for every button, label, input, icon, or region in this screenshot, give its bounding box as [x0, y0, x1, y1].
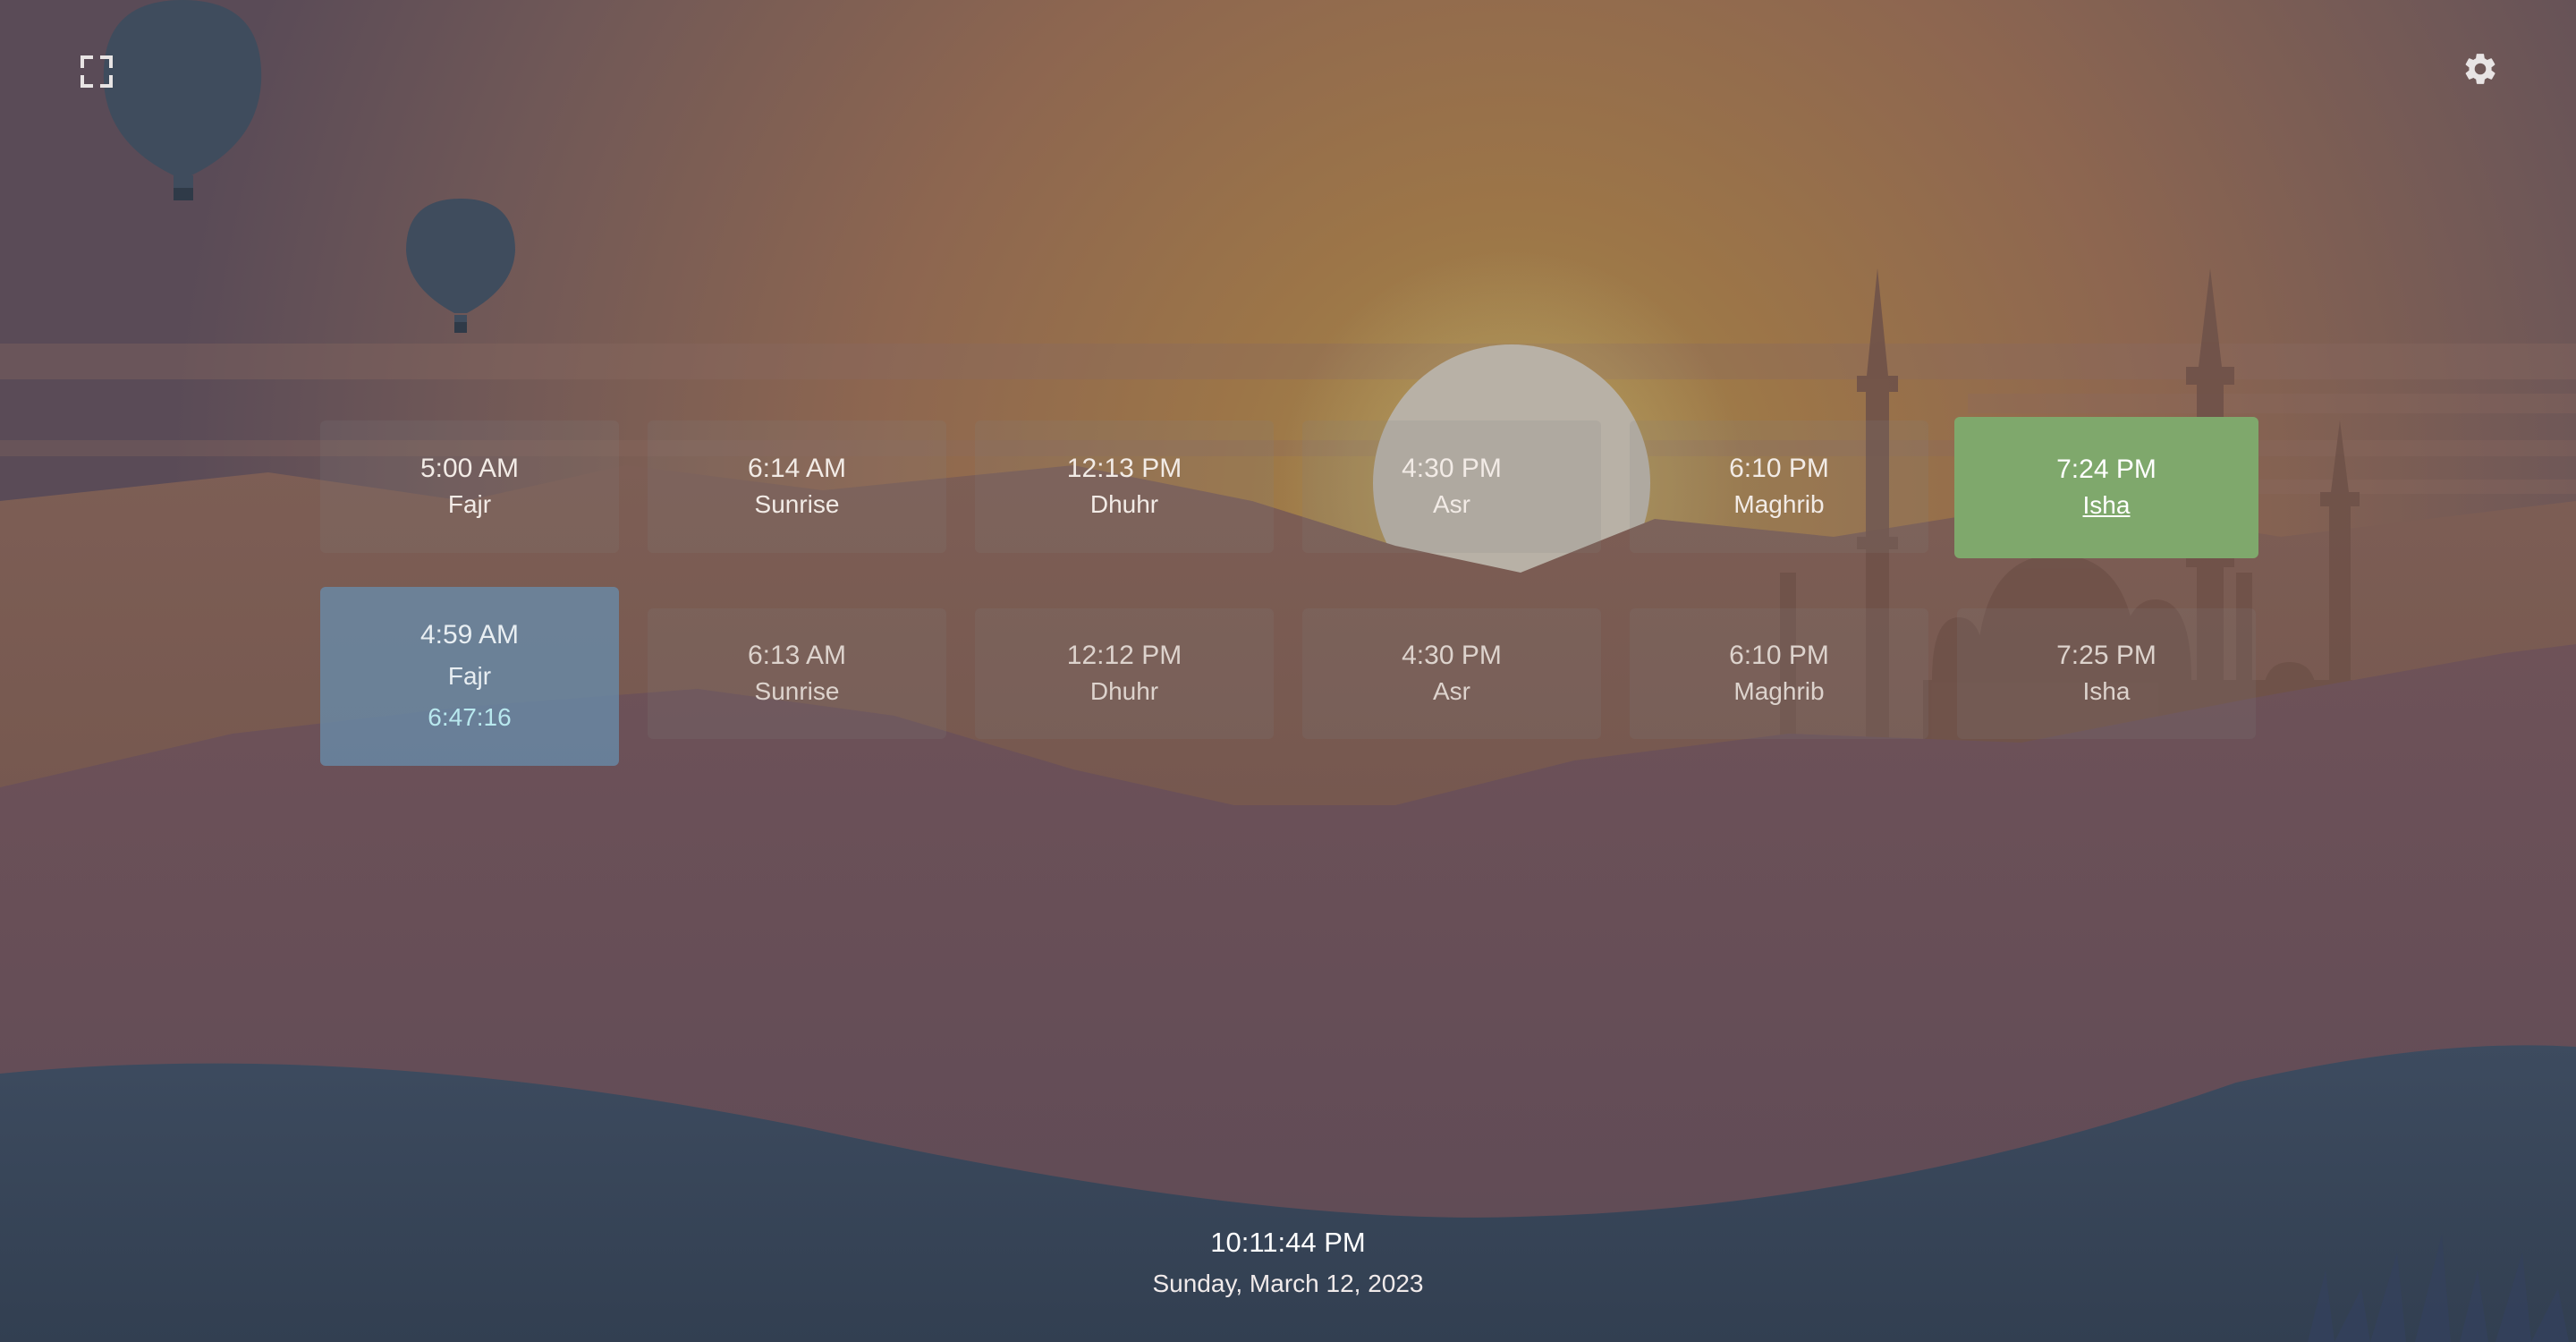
prayer-name: Isha — [2082, 491, 2131, 519]
prayer-time: 12:13 PM — [1066, 454, 1182, 483]
prayer-name: Maghrib — [1733, 490, 1825, 518]
prayer-card-dhuhr-today[interactable]: 12:13 PM Dhuhr — [975, 420, 1274, 553]
prayer-card-sunrise-today[interactable]: 6:14 AM Sunrise — [648, 420, 946, 553]
prayer-time: 5:00 AM — [419, 454, 520, 483]
prayer-name: Isha — [2082, 677, 2131, 705]
prayer-name: Fajr — [447, 490, 492, 518]
prayer-card-asr-today[interactable]: 4:30 PM Asr — [1302, 420, 1601, 553]
prayer-card-maghrib-tomorrow[interactable]: 6:10 PM Maghrib — [1630, 608, 1928, 739]
prayer-card-fajr-today[interactable]: 5:00 AM Fajr — [320, 420, 619, 553]
prayer-name: Fajr — [447, 662, 492, 690]
prayer-card-isha-today-active[interactable]: 7:24 PM Isha — [1954, 417, 2258, 558]
countdown-timer: 6:47:16 — [428, 703, 512, 731]
prayer-card-sunrise-tomorrow[interactable]: 6:13 AM Sunrise — [648, 608, 946, 739]
prayer-card-fajr-next[interactable]: 4:59 AM Fajr 6:47:16 — [320, 587, 619, 766]
prayer-name: Maghrib — [1733, 677, 1825, 705]
prayer-time: 12:12 PM — [1066, 641, 1182, 670]
fullscreen-button[interactable] — [75, 50, 118, 93]
prayer-name: Sunrise — [754, 677, 840, 705]
prayer-name: Dhuhr — [1089, 677, 1159, 705]
prayer-time: 4:59 AM — [419, 620, 520, 650]
prayer-name: Sunrise — [754, 490, 840, 518]
clock: 10:11:44 PM Sunday, March 12, 2023 — [0, 1222, 2576, 1304]
prayer-time: 4:30 PM — [1402, 454, 1502, 483]
current-date: Sunday, March 12, 2023 — [1152, 1270, 1424, 1297]
prayer-card-isha-tomorrow[interactable]: 7:25 PM Isha — [1957, 608, 2256, 739]
prayer-name: Dhuhr — [1089, 490, 1159, 518]
tomorrow-prayer-row: 4:59 AM Fajr 6:47:16 6:13 AM Sunrise 12:… — [0, 0, 2576, 766]
prayer-time: 7:25 PM — [2056, 641, 2157, 670]
prayer-name: Asr — [1433, 490, 1470, 518]
fullscreen-icon — [80, 55, 113, 88]
prayer-time: 4:30 PM — [1402, 641, 1502, 670]
prayer-time: 6:13 AM — [747, 641, 847, 670]
prayer-card-maghrib-today[interactable]: 6:10 PM Maghrib — [1630, 420, 1928, 553]
settings-button[interactable] — [2458, 47, 2503, 91]
gear-icon — [2465, 54, 2496, 84]
prayer-time: 7:24 PM — [2056, 454, 2157, 484]
prayer-name: Asr — [1433, 677, 1470, 705]
prayer-time: 6:10 PM — [1729, 641, 1829, 670]
prayer-card-asr-tomorrow[interactable]: 4:30 PM Asr — [1302, 608, 1601, 739]
prayer-time: 6:10 PM — [1729, 454, 1829, 483]
current-time: 10:11:44 PM — [1210, 1227, 1366, 1258]
prayer-card-dhuhr-tomorrow[interactable]: 12:12 PM Dhuhr — [975, 608, 1274, 739]
prayer-time: 6:14 AM — [747, 454, 847, 483]
